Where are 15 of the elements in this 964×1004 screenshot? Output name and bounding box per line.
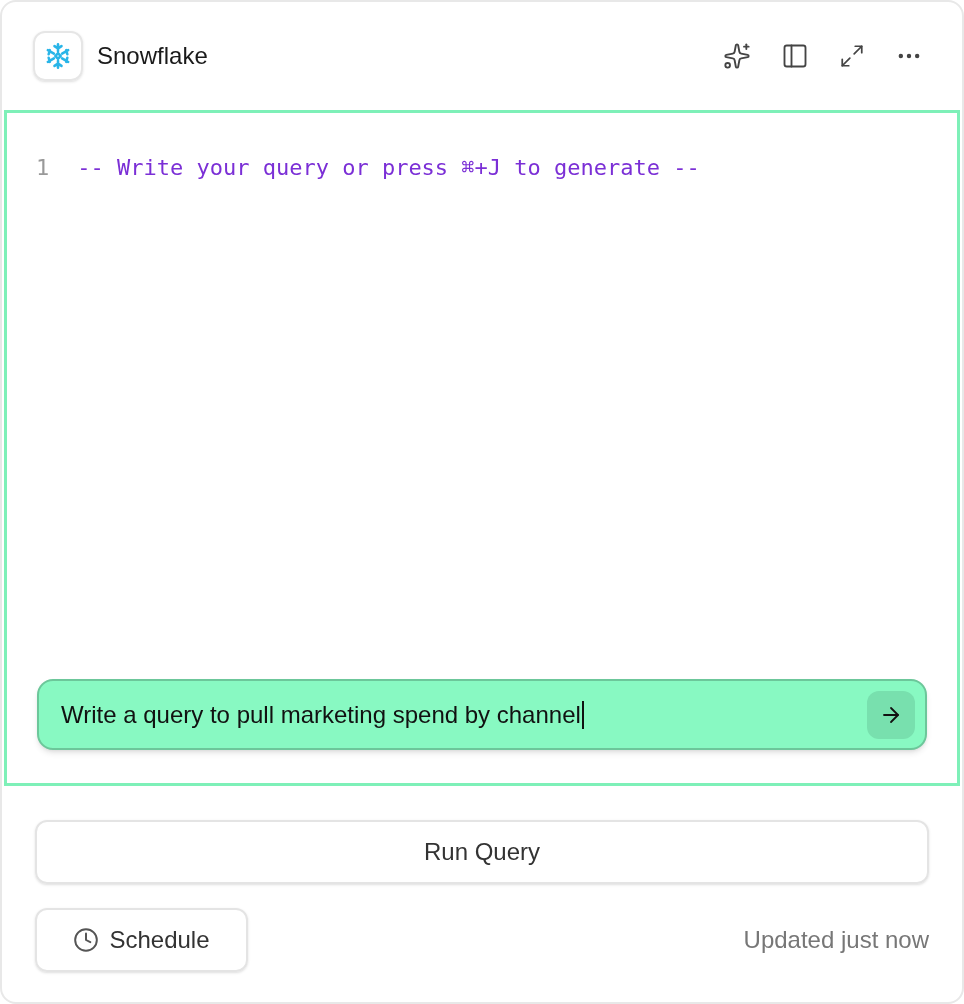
line-number: 1 <box>36 154 50 182</box>
app-title: Snowflake <box>97 41 208 71</box>
snowflake-icon <box>44 42 72 70</box>
status-text: Updated just now <box>743 925 929 955</box>
sidebar-icon[interactable] <box>781 42 809 70</box>
send-button[interactable] <box>867 690 915 739</box>
clock-icon <box>73 927 100 953</box>
schedule-button[interactable]: Schedule <box>35 908 248 972</box>
code-comment: -- Write your query or press ⌘+J to generate -- <box>77 154 700 182</box>
prompt-text: Write a query to pull marketing spend by channel <box>61 699 581 730</box>
expand-icon[interactable] <box>839 43 865 69</box>
run-query-button[interactable]: Run Query <box>35 820 929 884</box>
prompt-field[interactable]: Write a query to pull marketing spend by channel <box>37 679 927 750</box>
code-editor[interactable]: 1 -- Write your query or press ⌘+J to generate -- Write a query to pull marketing spend by channel <box>4 110 960 786</box>
sparkles-icon[interactable] <box>723 42 751 70</box>
